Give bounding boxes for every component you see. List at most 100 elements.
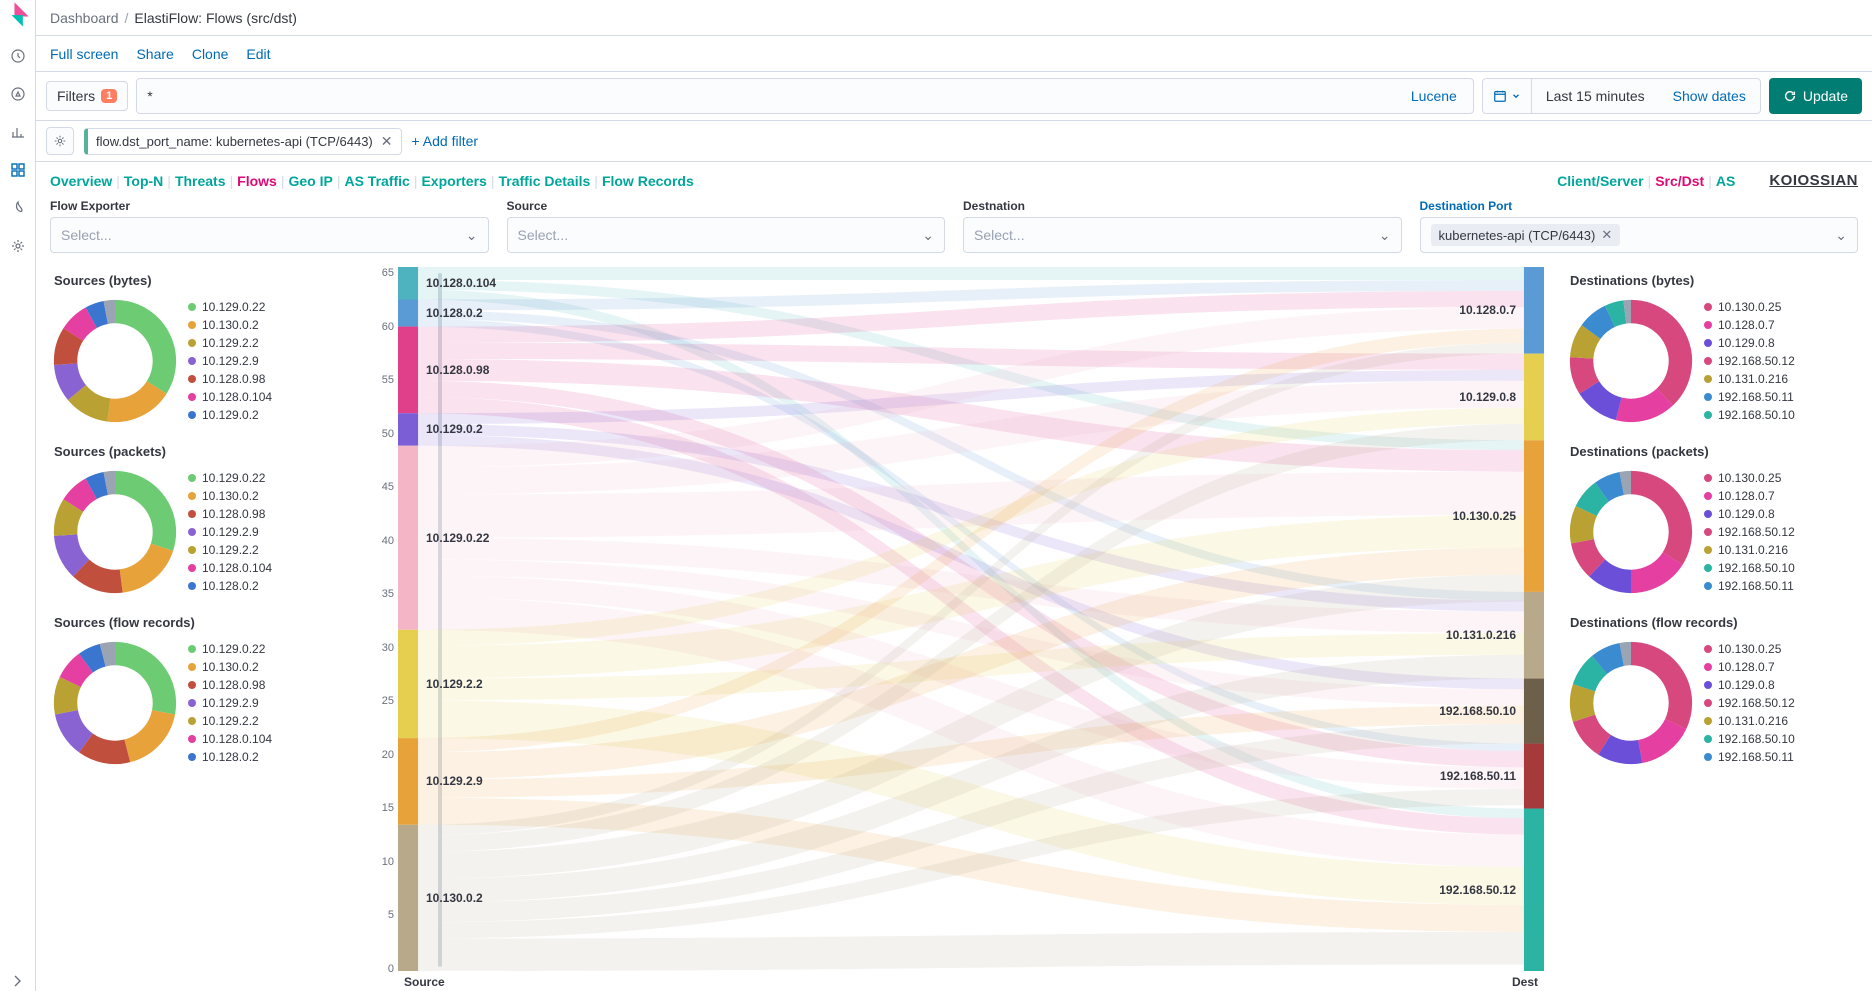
legend-item[interactable]: 192.168.50.12	[1704, 696, 1858, 710]
legend-label: 10.128.0.2	[202, 750, 259, 764]
legend-item[interactable]: 10.128.0.104	[188, 561, 342, 575]
legend-swatch	[1704, 492, 1712, 500]
sources-packets-panel: Sources (packets) 10.129.0.2210.130.0.21…	[44, 434, 348, 605]
breadcrumb-root[interactable]: Dashboard	[50, 10, 119, 26]
clone-button[interactable]: Clone	[192, 46, 229, 62]
discover-icon[interactable]	[8, 84, 28, 104]
tab-traffic-details[interactable]: Traffic Details	[498, 173, 590, 189]
tab-flows[interactable]: Flows	[237, 173, 277, 189]
filter-chip[interactable]: flow.dst_port_name: kubernetes-api (TCP/…	[84, 128, 402, 155]
legend-item[interactable]: 10.128.0.98	[188, 507, 342, 521]
legend-item[interactable]: 10.129.0.8	[1704, 336, 1858, 350]
legend-item[interactable]: 10.131.0.216	[1704, 372, 1858, 386]
legend-item[interactable]: 192.168.50.10	[1704, 408, 1858, 422]
filters-box[interactable]: Filters 1	[46, 81, 128, 111]
legend-item[interactable]: 10.128.0.104	[188, 390, 342, 404]
filter-settings-button[interactable]	[46, 127, 74, 155]
legend-item[interactable]: 10.129.0.8	[1704, 678, 1858, 692]
destination-select[interactable]: Select...⌄	[963, 217, 1402, 253]
legend-item[interactable]: 10.128.0.2	[188, 750, 342, 764]
legend-item[interactable]: 10.128.0.7	[1704, 660, 1858, 674]
destination-port-select[interactable]: kubernetes-api (TCP/6443) ✕ ⌄	[1420, 217, 1859, 253]
legend-item[interactable]: 192.168.50.10	[1704, 561, 1858, 575]
legend-item[interactable]: 192.168.50.11	[1704, 579, 1858, 593]
tab-overview[interactable]: Overview	[50, 173, 112, 189]
tab-geo-ip[interactable]: Geo IP	[288, 173, 332, 189]
legend-item[interactable]: 10.129.0.22	[188, 471, 342, 485]
legend-item[interactable]: 10.129.2.2	[188, 543, 342, 557]
legend-item[interactable]: 192.168.50.12	[1704, 525, 1858, 539]
dashboard-icon[interactable]	[8, 160, 28, 180]
legend-item[interactable]: 10.129.0.22	[188, 300, 342, 314]
full-screen-button[interactable]: Full screen	[50, 46, 118, 62]
visualize-icon[interactable]	[8, 122, 28, 142]
legend-item[interactable]: 10.128.0.98	[188, 372, 342, 386]
sources-packets-donut[interactable]	[50, 467, 180, 597]
add-filter-button[interactable]: + Add filter	[412, 133, 479, 149]
legend-item[interactable]: 10.129.2.2	[188, 714, 342, 728]
sources-bytes-donut[interactable]	[50, 296, 180, 426]
sankey-y-axis: 65605550454035302520151050	[364, 267, 398, 987]
tab-client-server[interactable]: Client/Server	[1557, 173, 1643, 189]
legend-label: 10.129.0.22	[202, 471, 265, 485]
tab-as[interactable]: AS	[1716, 173, 1735, 189]
dest-packets-donut[interactable]	[1566, 467, 1696, 597]
legend-item[interactable]: 192.168.50.12	[1704, 354, 1858, 368]
legend-item[interactable]: 10.129.0.8	[1704, 507, 1858, 521]
tab-src-dst[interactable]: Src/Dst	[1655, 173, 1704, 189]
kibana-logo-icon[interactable]	[8, 8, 28, 28]
legend-item[interactable]: 10.130.0.2	[188, 318, 342, 332]
source-select[interactable]: Select...⌄	[507, 217, 946, 253]
legend-label: 10.129.2.2	[202, 336, 259, 350]
tab-exporters[interactable]: Exporters	[421, 173, 486, 189]
update-button[interactable]: Update	[1769, 78, 1862, 114]
share-button[interactable]: Share	[136, 46, 173, 62]
legend-item[interactable]: 10.131.0.216	[1704, 714, 1858, 728]
sources-flows-donut[interactable]	[50, 638, 180, 768]
legend-item[interactable]: 192.168.50.11	[1704, 750, 1858, 764]
legend-item[interactable]: 10.128.0.98	[188, 678, 342, 692]
remove-filter-chip-icon[interactable]: ✕	[381, 133, 393, 150]
legend-item[interactable]: 10.128.0.2	[188, 579, 342, 593]
collapse-icon[interactable]	[8, 971, 28, 991]
tab-flow-records[interactable]: Flow Records	[602, 173, 694, 189]
edit-button[interactable]: Edit	[246, 46, 270, 62]
calendar-button[interactable]	[1483, 79, 1532, 113]
time-range-text[interactable]: Last 15 minutes	[1532, 88, 1659, 104]
legend-item[interactable]: 10.129.2.9	[188, 525, 342, 539]
management-icon[interactable]	[8, 236, 28, 256]
legend-item[interactable]: 192.168.50.11	[1704, 390, 1858, 404]
recent-icon[interactable]	[8, 46, 28, 66]
legend-item[interactable]: 10.128.0.7	[1704, 489, 1858, 503]
legend-item[interactable]: 10.128.0.7	[1704, 318, 1858, 332]
brand-name[interactable]: KOIOSSIAN	[1769, 172, 1858, 189]
chevron-down-icon: ⌄	[466, 227, 478, 244]
dest-bytes-donut[interactable]	[1566, 296, 1696, 426]
dest-flows-donut[interactable]	[1566, 638, 1696, 768]
tab-as-traffic[interactable]: AS Traffic	[344, 173, 409, 189]
tab-top-n[interactable]: Top-N	[124, 173, 163, 189]
flow-exporter-select[interactable]: Select...⌄	[50, 217, 489, 253]
legend-item[interactable]: 10.130.0.2	[188, 489, 342, 503]
legend-item[interactable]: 10.129.0.22	[188, 642, 342, 656]
legend-item[interactable]: 10.129.2.2	[188, 336, 342, 350]
query-input[interactable]	[147, 88, 1405, 104]
query-language-toggle[interactable]: Lucene	[1405, 88, 1463, 104]
tab-threats[interactable]: Threats	[175, 173, 226, 189]
legend-item[interactable]: 192.168.50.10	[1704, 732, 1858, 746]
legend-item[interactable]: 10.131.0.216	[1704, 543, 1858, 557]
clear-chip-icon[interactable]: ✕	[1601, 227, 1612, 243]
canvas-icon[interactable]	[8, 198, 28, 218]
legend-item[interactable]: 10.129.2.9	[188, 354, 342, 368]
legend-item[interactable]: 10.130.0.25	[1704, 471, 1858, 485]
legend-item[interactable]: 10.128.0.104	[188, 732, 342, 746]
legend-swatch	[188, 699, 196, 707]
legend-item[interactable]: 10.129.0.2	[188, 408, 342, 422]
show-dates-button[interactable]: Show dates	[1659, 88, 1760, 104]
legend-item[interactable]: 10.130.0.25	[1704, 642, 1858, 656]
legend-item[interactable]: 10.130.0.2	[188, 660, 342, 674]
sankey-chart[interactable]	[398, 267, 1544, 971]
legend-item[interactable]: 10.129.2.9	[188, 696, 342, 710]
sources-bytes-legend: 10.129.0.22 10.130.0.2 10.129.2.2 10.129.2.…	[188, 300, 342, 422]
legend-item[interactable]: 10.130.0.25	[1704, 300, 1858, 314]
